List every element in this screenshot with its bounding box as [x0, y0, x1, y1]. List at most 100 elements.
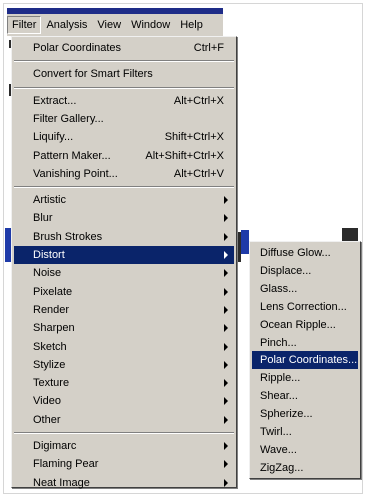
submenu-arrow-icon — [224, 379, 228, 388]
menu-item-label: Sharpen — [33, 322, 75, 335]
menu-item-shortcut: Alt+Ctrl+X — [173, 94, 224, 107]
menu-item-label: Convert for Smart Filters — [33, 68, 153, 81]
submenu-arrow-icon — [224, 415, 228, 424]
submenu-item-displace[interactable]: Displace... — [252, 262, 358, 280]
distort-submenu: Diffuse Glow... Displace... Glass... Lens C… — [249, 241, 361, 479]
filter-menu: Polar Coordinates Ctrl+F Convert for Smart… — [11, 36, 237, 489]
submenu-item-diffuse-glow[interactable]: Diffuse Glow... — [252, 244, 358, 262]
menu-item-shortcut: Alt+Ctrl+V — [173, 167, 224, 180]
menu-item-digimarc[interactable]: Digimarc — [14, 437, 234, 455]
submenu-arrow-icon — [224, 342, 228, 351]
menu-item-label: Polar Coordinates... — [260, 354, 358, 367]
menu-item-extract[interactable]: Extract... Alt+Ctrl+X — [14, 92, 234, 110]
submenu-arrow-icon — [224, 251, 228, 259]
menu-item-label: Filter Gallery... — [33, 112, 104, 125]
menu-item-shortcut: Shift+Ctrl+X — [164, 131, 224, 144]
menu-item-label: Distort — [33, 249, 65, 261]
menu-item-sharpen[interactable]: Sharpen — [14, 319, 234, 337]
menu-item-label: Flaming Pear — [33, 458, 99, 471]
menu-item-label: Video — [33, 395, 61, 408]
menu-item-brush-strokes[interactable]: Brush Strokes — [14, 228, 234, 246]
submenu-arrow-icon — [224, 287, 228, 296]
menu-item-label: Glass... — [260, 282, 298, 295]
menu-item-label: Sketch — [33, 340, 67, 353]
menu-item-noise[interactable]: Noise — [14, 264, 234, 282]
menu-item-texture[interactable]: Texture — [14, 374, 234, 392]
menu-item-label: Blur — [33, 212, 53, 225]
submenu-arrow-icon — [224, 460, 228, 469]
submenu-item-polar-coordinates[interactable]: Polar Coordinates... — [252, 351, 358, 370]
submenu-item-ocean-ripple[interactable]: Ocean Ripple... — [252, 316, 358, 334]
menu-separator — [14, 60, 234, 63]
menu-bar: Filter Analysis View Window Help — [7, 14, 223, 36]
menu-item-polar-coordinates[interactable]: Polar Coordinates Ctrl+F — [14, 39, 234, 57]
menu-item-label: Pinch... — [260, 336, 297, 349]
menu-item-blur[interactable]: Blur — [14, 209, 234, 227]
menu-item-label: Noise — [33, 267, 62, 280]
menu-item-label: Liquify... — [33, 131, 74, 144]
menu-item-label: Pixelate — [33, 285, 73, 298]
menu-item-convert-for-smart-filters[interactable]: Convert for Smart Filters — [14, 65, 234, 83]
menu-separator — [14, 432, 234, 434]
menu-item-filter-gallery[interactable]: Filter Gallery... — [14, 110, 234, 128]
menu-item-other[interactable]: Other — [14, 411, 234, 429]
submenu-item-zigzag[interactable]: ZigZag... — [252, 459, 358, 477]
menu-item-shortcut: Alt+Shift+Ctrl+X — [145, 149, 224, 162]
menu-separator — [14, 86, 234, 89]
submenu-item-pinch[interactable]: Pinch... — [252, 334, 358, 352]
menu-item-label: Twirl... — [260, 426, 292, 438]
submenu-item-shear[interactable]: Shear... — [252, 387, 358, 405]
menu-item-video[interactable]: Video — [14, 392, 234, 410]
menu-analysis[interactable]: Analysis — [41, 16, 92, 34]
submenu-arrow-icon — [224, 397, 228, 406]
menu-item-liquify[interactable]: Liquify... Shift+Ctrl+X — [14, 128, 234, 146]
menu-item-sketch[interactable]: Sketch — [14, 338, 234, 356]
menu-window[interactable]: Window — [126, 16, 175, 34]
menu-item-label: Ocean Ripple... — [260, 318, 336, 331]
submenu-arrow-icon — [224, 196, 228, 205]
canvas-fragment — [241, 230, 249, 254]
menu-item-label: Shear... — [260, 390, 298, 403]
submenu-item-lens-correction[interactable]: Lens Correction... — [252, 298, 358, 316]
submenu-item-glass[interactable]: Glass... — [252, 280, 358, 298]
menu-item-label: Diffuse Glow... — [260, 247, 331, 259]
menu-item-render[interactable]: Render — [14, 301, 234, 319]
menu-item-label: Brush Strokes — [33, 230, 103, 243]
menu-filter[interactable]: Filter — [7, 16, 42, 34]
menu-item-distort[interactable]: Distort — [14, 246, 234, 264]
menu-item-stylize[interactable]: Stylize — [14, 356, 234, 374]
submenu-arrow-icon — [224, 442, 228, 450]
submenu-arrow-icon — [224, 232, 228, 241]
menu-item-label: Lens Correction... — [260, 300, 347, 313]
menu-item-label: Wave... — [260, 443, 297, 456]
menu-item-flaming-pear[interactable]: Flaming Pear — [14, 455, 234, 473]
submenu-arrow-icon — [224, 305, 228, 314]
menu-item-label: ZigZag... — [260, 461, 304, 474]
submenu-item-spherize[interactable]: Spherize... — [252, 405, 358, 423]
canvas-fragment — [342, 228, 358, 242]
menu-separator — [14, 186, 234, 189]
menu-item-label: Render — [33, 303, 70, 316]
menu-item-label: Stylize — [33, 358, 66, 371]
submenu-arrow-icon — [224, 478, 228, 487]
menu-item-label: Other — [33, 413, 61, 426]
submenu-arrow-icon — [224, 324, 228, 333]
menu-item-label: Spherize... — [260, 408, 313, 421]
menu-item-vanishing-point[interactable]: Vanishing Point... Alt+Ctrl+V — [14, 165, 234, 183]
menu-item-label: Texture — [33, 377, 70, 390]
menu-item-label: Artistic — [33, 194, 66, 207]
menu-item-label: Vanishing Point... — [33, 167, 118, 180]
menu-item-label: Polar Coordinates — [33, 42, 122, 54]
menu-item-label: Digimarc — [33, 440, 77, 452]
submenu-item-wave[interactable]: Wave... — [252, 441, 358, 459]
menu-item-neat-image[interactable]: Neat Image — [14, 474, 234, 492]
menu-item-pixelate[interactable]: Pixelate — [14, 283, 234, 301]
menu-view[interactable]: View — [92, 16, 126, 34]
menu-item-label: Extract... — [33, 94, 77, 107]
menu-help[interactable]: Help — [175, 16, 208, 34]
submenu-item-twirl[interactable]: Twirl... — [252, 423, 358, 441]
menu-item-shortcut: Ctrl+F — [193, 42, 224, 54]
submenu-item-ripple[interactable]: Ripple... — [252, 369, 358, 387]
menu-item-pattern-maker[interactable]: Pattern Maker... Alt+Shift+Ctrl+X — [14, 147, 234, 165]
menu-item-artistic[interactable]: Artistic — [14, 191, 234, 209]
